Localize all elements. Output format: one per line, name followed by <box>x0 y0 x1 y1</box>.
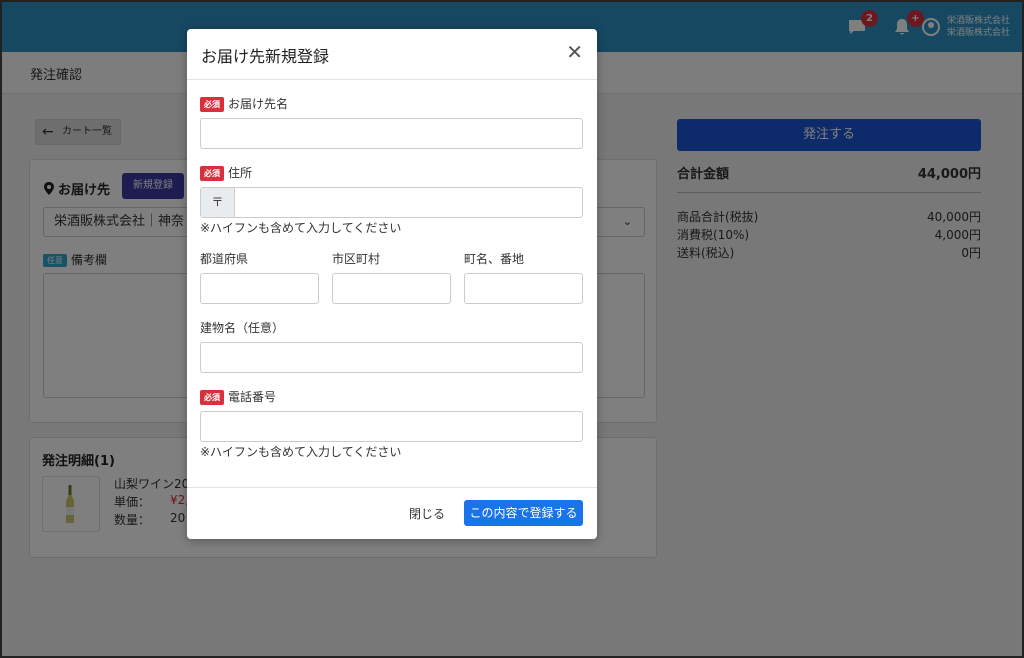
modal-title: お届け先新規登録 <box>201 47 330 66</box>
address-label-text: 住所 <box>228 166 253 180</box>
new-destination-modal: お届け先新規登録 ✕ 必須 お届け先名 必須 住所 〒 ※ハイフンも含めて入力してく… <box>187 29 597 539</box>
modal-footer-divider <box>187 487 597 488</box>
required-badge: 必須 <box>200 166 224 181</box>
phone-label-text: 電話番号 <box>228 390 277 404</box>
close-button[interactable]: 閉じる <box>409 505 445 522</box>
town-label: 町名、番地 <box>464 252 525 266</box>
name-label-text: お届け先名 <box>228 97 289 111</box>
phone-hyphen-note: ※ハイフンも含めて入力してください <box>200 445 402 459</box>
city-label: 市区町村 <box>332 252 381 266</box>
name-label: 必須 お届け先名 <box>200 95 288 112</box>
app-window: 2 + 栄酒販株式会社 栄酒販株式会社 発注確認 ← カート一覧 お届け先 新規… <box>0 0 1024 658</box>
required-badge: 必須 <box>200 97 224 112</box>
prefecture-label: 都道府県 <box>200 252 249 266</box>
required-badge: 必須 <box>200 390 224 405</box>
close-icon[interactable]: ✕ <box>566 42 583 62</box>
building-input[interactable] <box>200 342 583 373</box>
phone-label: 必須 電話番号 <box>200 388 276 405</box>
city-input[interactable] <box>332 273 451 304</box>
prefecture-input[interactable] <box>200 273 319 304</box>
building-label: 建物名（任意） <box>200 321 285 335</box>
postal-code-input[interactable]: 〒 <box>200 187 583 218</box>
town-input[interactable] <box>464 273 583 304</box>
postal-mark-icon: 〒 <box>201 188 235 217</box>
phone-input[interactable] <box>200 411 583 442</box>
register-button[interactable]: この内容で登録する <box>464 500 583 526</box>
modal-header-divider <box>187 79 597 80</box>
address-label: 必須 住所 <box>200 164 252 181</box>
destination-name-input[interactable] <box>200 118 583 149</box>
postal-hyphen-note: ※ハイフンも含めて入力してください <box>200 221 402 235</box>
